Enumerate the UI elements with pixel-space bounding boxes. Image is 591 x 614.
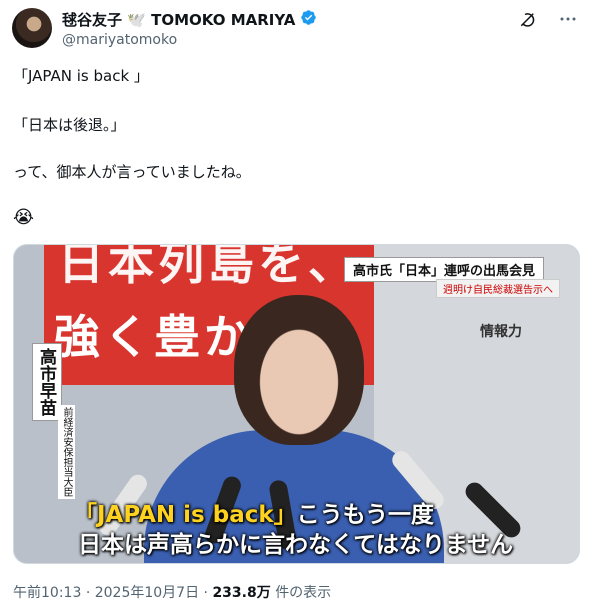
separator: ·: [85, 585, 91, 601]
separator: ·: [203, 585, 208, 601]
grok-icon[interactable]: [519, 10, 537, 28]
tweet-line: 「JAPAN is back 」: [13, 67, 149, 85]
subtitle-line-2: 日本は声高らかに言わなくてはなりません: [78, 532, 514, 558]
more-icon[interactable]: [559, 10, 577, 28]
speaker-head: [234, 295, 364, 445]
avatar[interactable]: [12, 8, 52, 48]
tweet-meta: 午前10:13 · 2025年10月7日 · 233.8万 件の表示: [13, 582, 331, 602]
author-handle[interactable]: @mariyatomoko: [62, 32, 177, 48]
display-name[interactable]: 毬谷友子 🕊️ TOMOKO MARIYA: [62, 9, 295, 30]
banner-text: 日本列島を、: [58, 244, 358, 290]
crying-emoji: 😭: [13, 207, 35, 228]
backdrop-text: 情報力: [480, 324, 522, 340]
tweet-date[interactable]: 2025年10月7日: [95, 585, 199, 601]
tweet-line: って、御本人が言っていましたね。: [13, 163, 251, 181]
speaker-title: 前経済安保担当大臣: [58, 405, 75, 499]
news-subcaption: 週明け自民総裁選告示へ: [436, 279, 560, 298]
tweet-media-image[interactable]: 日本列島を、 強く豊か 高市氏「日本」連呼の出馬会見 週明け自民総裁選告示へ 情…: [13, 244, 580, 564]
tweet-time[interactable]: 午前10:13: [13, 585, 81, 601]
verified-icon: [300, 9, 317, 30]
subtitle-line-1: 「JAPAN is back」こうもう一度: [74, 495, 434, 529]
tweet-line: 「日本は後退。」: [13, 116, 126, 134]
banner-text: 強く豊か: [54, 310, 254, 364]
view-label: 件の表示: [275, 585, 332, 601]
view-count: 233.8万: [212, 585, 271, 601]
author-name-row[interactable]: 毬谷友子 🕊️ TOMOKO MARIYA: [62, 9, 317, 30]
